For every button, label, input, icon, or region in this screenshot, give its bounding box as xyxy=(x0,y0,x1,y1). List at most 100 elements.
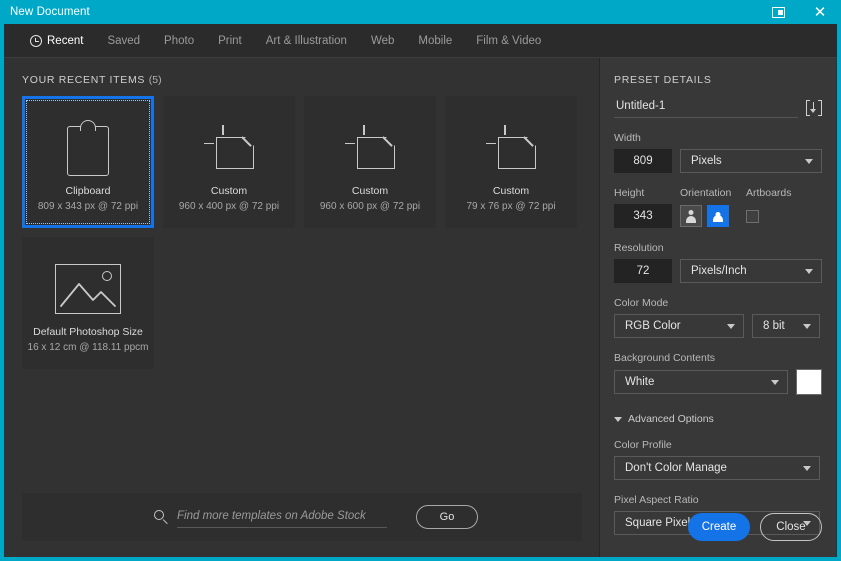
chevron-down-icon xyxy=(727,323,735,329)
portrait-orientation-icon xyxy=(685,209,697,223)
search-icon xyxy=(154,510,168,524)
create-button[interactable]: Create xyxy=(688,513,750,541)
landscape-orientation-icon xyxy=(710,211,726,222)
dialog-footer: Create Close xyxy=(688,513,822,541)
chevron-down-icon xyxy=(803,323,811,329)
new-document-dialog: New Document ✕ Recent Saved Photo Print … xyxy=(0,0,841,561)
search-input[interactable] xyxy=(177,506,387,528)
height-orientation-row xyxy=(614,204,822,228)
preset-details-form: PRESET DETAILS Width Pixels xyxy=(600,58,836,535)
width-input[interactable] xyxy=(614,149,672,173)
clipboard-icon xyxy=(67,119,109,176)
save-preset-icon[interactable] xyxy=(806,100,822,116)
recent-item-subtitle: 16 x 12 cm @ 118.11 ppcm xyxy=(27,341,149,353)
tab-film-video[interactable]: Film & Video xyxy=(464,24,553,58)
tab-saved-label: Saved xyxy=(107,34,141,47)
recent-item-thumbnail xyxy=(345,113,395,183)
recent-item-custom-2[interactable]: Custom 960 x 600 px @ 72 ppi xyxy=(304,96,436,228)
advanced-options-label: Advanced Options xyxy=(628,413,714,425)
tab-film-video-label: Film & Video xyxy=(476,34,542,47)
tab-recent[interactable]: Recent xyxy=(18,24,95,58)
custom-document-icon xyxy=(204,124,254,171)
window-controls: ✕ xyxy=(757,0,841,24)
dock-panel-icon xyxy=(771,6,785,18)
close-window-button[interactable]: ✕ xyxy=(799,0,841,24)
dock-panel-button[interactable] xyxy=(757,0,799,24)
chevron-down-icon xyxy=(805,268,813,274)
document-name-input[interactable] xyxy=(614,98,798,118)
tab-recent-label: Recent xyxy=(47,34,84,47)
custom-document-icon xyxy=(486,124,536,171)
recent-item-thumbnail xyxy=(204,113,254,183)
recent-item-subtitle: 79 x 76 px @ 72 ppi xyxy=(466,200,556,212)
color-mode-label: Color Mode xyxy=(614,297,669,309)
artboards-checkbox[interactable] xyxy=(746,209,759,223)
stock-go-button[interactable]: Go xyxy=(416,505,478,529)
recent-item-subtitle: 960 x 600 px @ 72 ppi xyxy=(319,200,421,212)
resolution-label: Resolution xyxy=(614,242,664,254)
tab-photo-label: Photo xyxy=(164,34,195,47)
tab-mobile[interactable]: Mobile xyxy=(406,24,464,58)
color-mode-select[interactable]: RGB Color xyxy=(614,314,744,338)
recent-items-grid: Clipboard 809 x 343 px @ 72 ppi Custom 9… xyxy=(4,86,584,369)
recent-item-thumbnail xyxy=(486,113,536,183)
recent-item-title: Custom xyxy=(210,184,248,197)
category-tab-bar: Recent Saved Photo Print Art & Illustrat… xyxy=(4,24,837,58)
height-input[interactable] xyxy=(614,204,672,228)
orientation-buttons xyxy=(680,205,746,227)
color-profile-select[interactable]: Don't Color Manage xyxy=(614,456,820,480)
width-row: Pixels xyxy=(614,149,822,173)
background-contents-value: White xyxy=(625,376,655,388)
color-profile-value: Don't Color Manage xyxy=(625,462,727,474)
recent-item-title: Custom xyxy=(351,184,389,197)
recent-item-custom-1[interactable]: Custom 960 x 400 px @ 72 ppi xyxy=(163,96,295,228)
resolution-row: Pixels/Inch xyxy=(614,259,822,283)
chevron-down-icon xyxy=(771,379,779,385)
recent-item-title: Clipboard xyxy=(65,184,111,197)
tab-mobile-label: Mobile xyxy=(418,34,453,47)
bit-depth-select[interactable]: 8 bit xyxy=(752,314,820,338)
preset-details-pane: PRESET DETAILS Width Pixels xyxy=(600,58,836,557)
width-unit-value: Pixels xyxy=(691,155,722,167)
recent-item-subtitle: 960 x 400 px @ 72 ppi xyxy=(178,200,280,212)
tab-web-label: Web xyxy=(370,34,395,47)
artboards-label: Artboards xyxy=(746,187,792,199)
recent-item-clipboard[interactable]: Clipboard 809 x 343 px @ 72 ppi xyxy=(22,96,154,228)
adobe-stock-search-bar: Go xyxy=(22,493,582,541)
tab-art-illustration[interactable]: Art & Illustration xyxy=(254,24,359,58)
right-edge-accent xyxy=(837,24,841,561)
resolution-input[interactable] xyxy=(614,259,672,283)
close-button[interactable]: Close xyxy=(760,513,822,541)
recent-items-pane: YOUR RECENT ITEMS (5) Clipboard 809 x 34… xyxy=(4,58,600,557)
chevron-down-icon xyxy=(614,416,622,422)
background-contents-label: Background Contents xyxy=(614,352,715,364)
portrait-orientation-button[interactable] xyxy=(680,205,702,227)
background-color-swatch[interactable] xyxy=(796,369,822,395)
recent-heading-label: YOUR RECENT ITEMS xyxy=(22,74,146,86)
landscape-orientation-button[interactable] xyxy=(707,205,729,227)
width-label: Width xyxy=(614,132,641,144)
background-contents-select[interactable]: White xyxy=(614,370,788,394)
height-input-wrap xyxy=(614,204,680,228)
pixel-aspect-ratio-value: Square Pixels xyxy=(625,517,696,529)
document-name-row xyxy=(614,98,822,118)
tab-photo[interactable]: Photo xyxy=(152,24,206,58)
advanced-options-toggle[interactable]: Advanced Options xyxy=(614,413,822,425)
recent-item-custom-3[interactable]: Custom 79 x 76 px @ 72 ppi xyxy=(445,96,577,228)
tab-art-illustration-label: Art & Illustration xyxy=(265,34,347,47)
tab-saved[interactable]: Saved xyxy=(95,24,152,58)
resolution-unit-select[interactable]: Pixels/Inch xyxy=(680,259,822,283)
recent-item-default-photoshop-size[interactable]: Default Photoshop Size 16 x 12 cm @ 118.… xyxy=(22,237,154,369)
bit-depth-value: 8 bit xyxy=(763,320,785,332)
width-unit-select[interactable]: Pixels xyxy=(680,149,822,173)
tab-print[interactable]: Print xyxy=(206,24,254,58)
recent-item-title: Default Photoshop Size xyxy=(33,325,143,338)
tab-web[interactable]: Web xyxy=(359,24,406,58)
recent-item-thumbnail xyxy=(67,113,109,183)
background-contents-row: White xyxy=(614,369,822,395)
recent-items-count: (5) xyxy=(148,74,162,86)
window-title: New Document xyxy=(10,6,90,18)
height-orientation-labels: Height Orientation Artboards xyxy=(614,173,822,204)
color-mode-row: RGB Color 8 bit xyxy=(614,314,822,338)
resolution-unit-value: Pixels/Inch xyxy=(691,265,747,277)
